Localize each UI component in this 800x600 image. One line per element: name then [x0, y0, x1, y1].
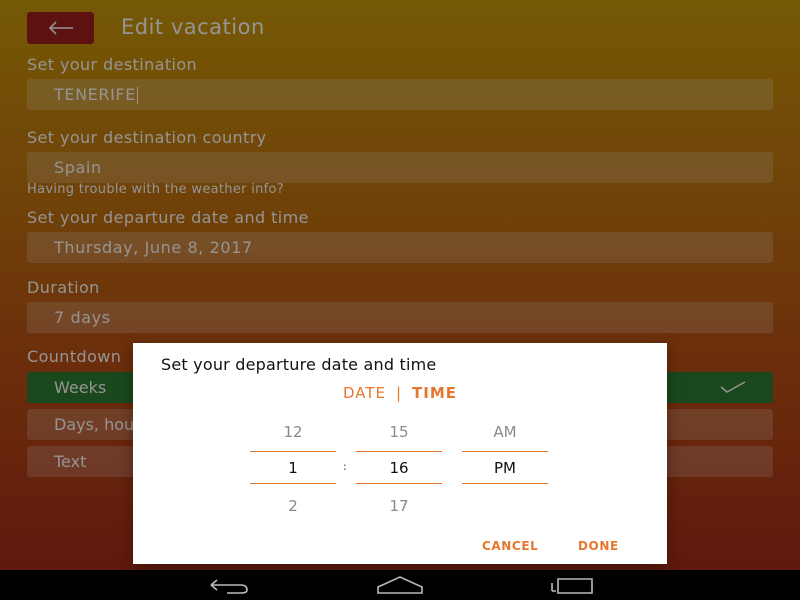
- hour-current[interactable]: 1: [250, 459, 336, 477]
- divider: [356, 483, 442, 484]
- hour-prev[interactable]: 12: [250, 423, 336, 441]
- tab-time[interactable]: TIME: [412, 384, 457, 402]
- divider: [462, 451, 548, 452]
- system-nav-bar: [0, 570, 800, 600]
- tab-date[interactable]: DATE: [343, 384, 386, 402]
- minute-current[interactable]: 16: [356, 459, 442, 477]
- home-icon[interactable]: [375, 575, 425, 595]
- date-time-tabs: DATE | TIME: [133, 384, 667, 402]
- ampm-prev[interactable]: AM: [462, 423, 548, 441]
- minute-spinner[interactable]: 15 16 17: [356, 419, 442, 517]
- minute-prev[interactable]: 15: [356, 423, 442, 441]
- divider: [250, 483, 336, 484]
- back-icon[interactable]: [205, 575, 253, 595]
- time-picker-dialog: Set your departure date and time DATE | TI…: [133, 343, 667, 564]
- ampm-spinner[interactable]: AM PM: [462, 419, 548, 517]
- dialog-title: Set your departure date and time: [161, 355, 437, 374]
- time-colon: :: [343, 460, 347, 473]
- divider: [462, 483, 548, 484]
- divider: [250, 451, 336, 452]
- divider: [356, 451, 442, 452]
- tab-separator: |: [395, 384, 403, 402]
- recents-icon[interactable]: [548, 575, 596, 595]
- hour-spinner[interactable]: 12 1 2: [250, 419, 336, 517]
- hour-next[interactable]: 2: [250, 497, 336, 515]
- ampm-current[interactable]: PM: [462, 459, 548, 477]
- done-button[interactable]: DONE: [578, 539, 619, 553]
- minute-next[interactable]: 17: [356, 497, 442, 515]
- cancel-button[interactable]: CANCEL: [482, 539, 538, 553]
